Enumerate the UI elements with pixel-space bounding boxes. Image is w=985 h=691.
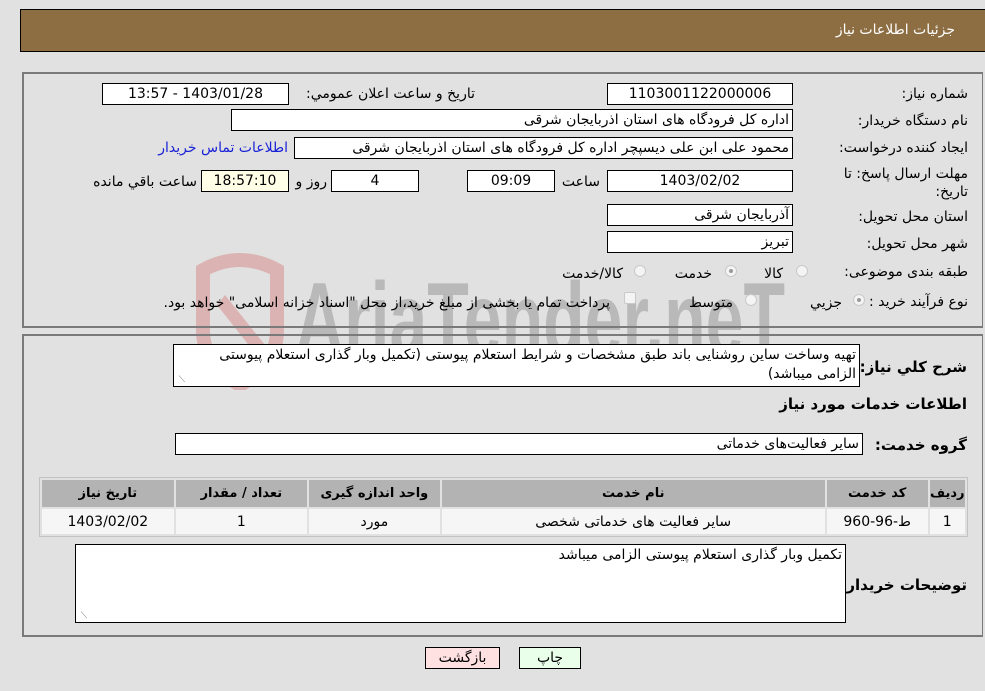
category-radio-service[interactable]: [725, 265, 737, 277]
deadline-time-field: 09:09: [467, 170, 555, 192]
delivery-city-label: شهر محل تحویل:: [866, 236, 968, 252]
purchase-option-medium: متوسط: [689, 295, 733, 311]
remaining-time-field: 18:57:10: [201, 170, 289, 192]
purchase-option-minor: جزيي: [810, 295, 842, 311]
print-button[interactable]: چاپ: [519, 647, 581, 669]
service-group-field: سایر فعالیت‌های خدماتی: [175, 433, 863, 455]
need-number-field: 1103001122000006: [607, 83, 793, 105]
summary-textarea[interactable]: تهیه وساخت ساین روشنایی باند طبق مشخصات …: [173, 344, 860, 387]
purchase-radio-minor[interactable]: [853, 294, 865, 306]
page-title: جزئیات اطلاعات نیاز: [835, 22, 955, 38]
purchase-radio-medium[interactable]: [745, 294, 757, 306]
category-option-goods: کالا: [764, 266, 783, 282]
buyer-org-label: نام دستگاه خريدار:: [857, 113, 968, 129]
buyer-contact-link[interactable]: اطلاعات تماس خریدار: [158, 140, 288, 156]
cell-service-code: ط-96-960: [826, 509, 928, 534]
col-header-row-number: ردیف: [929, 480, 965, 507]
category-radio-goods[interactable]: [796, 265, 808, 277]
back-button[interactable]: بازگشت: [425, 647, 500, 669]
need-number-label: شماره نیاز:: [901, 86, 969, 102]
deadline-label: مهلت ارسال پاسخ: تا تاریخ:: [843, 166, 968, 200]
announce-datetime-field: 1403/01/28 - 13:57: [102, 83, 289, 105]
buyer-notes-textarea[interactable]: تکمیل وبار گذاری استعلام پیوستی الزامی م…: [75, 544, 846, 623]
services-heading: اطلاعات خدمات مورد نیاز: [779, 395, 967, 413]
treasury-checkbox[interactable]: [624, 292, 636, 304]
resize-grip-icon[interactable]: ⟋: [78, 612, 87, 621]
category-option-goods-service: کالا/خدمت: [562, 266, 623, 282]
col-header-unit: واحد اندازه گیری: [309, 480, 440, 507]
summary-label: شرح كلي نياز:: [859, 358, 967, 376]
purchase-type-label: نوع فرآیند خرید :: [869, 294, 968, 310]
category-radio-goods-service[interactable]: [634, 265, 646, 277]
cell-need-date: 1403/02/02: [42, 509, 174, 534]
deadline-date-field: 1403/02/02: [607, 170, 793, 192]
category-label: طبقه بندی موضوعی:: [844, 264, 968, 280]
delivery-province-label: استان محل تحویل:: [858, 209, 968, 225]
service-group-label: گروه خدمت:: [874, 436, 967, 454]
buyer-notes-label: توضیحات خریدار:: [840, 576, 967, 594]
requester-label: ایجاد کننده درخواست:: [839, 140, 968, 156]
delivery-province-field: آذربایجان شرقی: [607, 204, 793, 226]
col-header-service-name: نام خدمت: [441, 480, 825, 507]
col-header-quantity: تعداد / مقدار: [175, 480, 308, 507]
category-option-service: خدمت: [674, 266, 712, 282]
summary-text: تهیه وساخت ساین روشنایی باند طبق مشخصات …: [219, 347, 856, 382]
cell-service-name: سایر فعالیت های خدماتی شخصی: [441, 509, 825, 534]
treasury-checkbox-label: پرداخت تمام یا بخشی از مبلغ خرید،از محل …: [163, 295, 610, 311]
deadline-time-label: ساعت: [561, 174, 600, 190]
services-table: ردیف کد خدمت نام خدمت واحد اندازه گیری ت…: [39, 477, 968, 537]
table-header-row: ردیف کد خدمت نام خدمت واحد اندازه گیری ت…: [42, 480, 965, 507]
cell-unit: مورد: [309, 509, 440, 534]
cell-quantity: 1: [175, 509, 308, 534]
buyer-notes-text: تکمیل وبار گذاری استعلام پیوستی الزامی م…: [558, 547, 842, 563]
col-header-need-date: تاریخ نیاز: [42, 480, 174, 507]
remaining-days-field: 4: [331, 170, 419, 192]
buyer-org-field: اداره کل فرودگاه های استان اذربایجان شرق…: [231, 109, 793, 131]
col-header-service-code: کد خدمت: [826, 480, 928, 507]
resize-grip-icon[interactable]: ⟋: [176, 376, 185, 385]
page-header: جزئیات اطلاعات نیاز: [20, 9, 985, 52]
requester-field: محمود علی ابن علی دیسپچر اداره کل فرودگا…: [294, 137, 793, 159]
table-row: 1 ط-96-960 سایر فعالیت های خدماتی شخصی م…: [42, 509, 965, 534]
days-label: روز و: [295, 174, 328, 190]
announce-datetime-label: تاریخ و ساعت اعلان عمومي:: [306, 86, 475, 102]
remaining-time-label: ساعت باقي مانده: [93, 174, 197, 190]
cell-row-number: 1: [929, 509, 965, 534]
delivery-city-field: تبریز: [607, 231, 793, 253]
